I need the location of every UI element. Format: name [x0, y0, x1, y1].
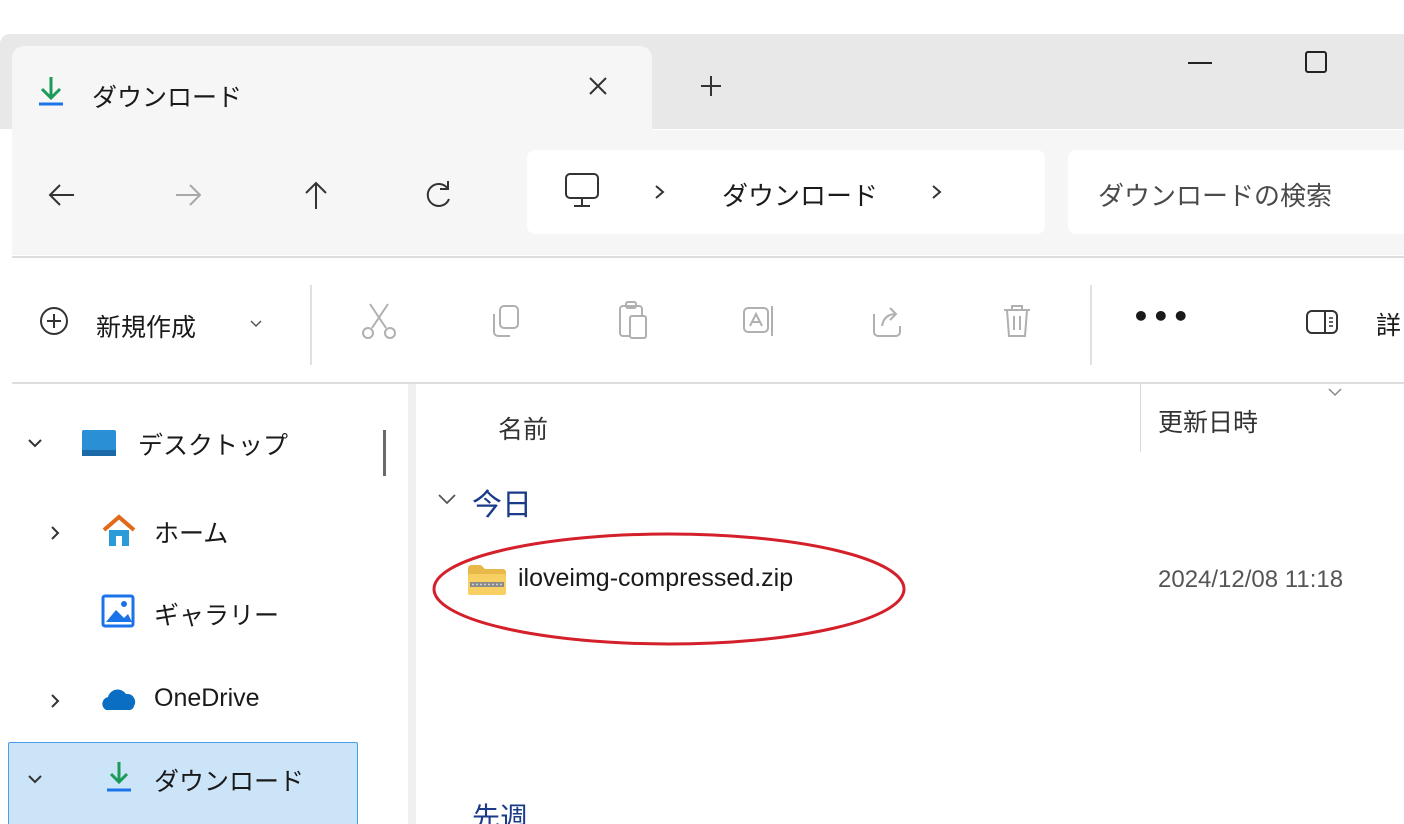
- maximize-icon[interactable]: [1296, 48, 1336, 78]
- desktop-icon: [82, 430, 116, 456]
- file-modified: 2024/12/08 11:18: [1158, 566, 1344, 593]
- toolbar-separator: [310, 285, 312, 365]
- paste-icon[interactable]: [612, 300, 654, 342]
- delete-icon[interactable]: [996, 300, 1038, 342]
- chevron-down-icon[interactable]: [26, 434, 44, 452]
- chevron-right-icon[interactable]: [927, 180, 947, 204]
- search-placeholder[interactable]: ダウンロードの検索: [1098, 176, 1332, 213]
- chevron-down-icon[interactable]: [436, 490, 458, 508]
- highlight-ring: [432, 532, 906, 646]
- group-header-today[interactable]: 今日: [472, 480, 532, 524]
- chevron-right-icon[interactable]: [650, 180, 670, 204]
- sidebar-item-label: OneDrive: [154, 684, 260, 712]
- chevron-right-icon[interactable]: [46, 524, 64, 542]
- close-icon[interactable]: [582, 70, 614, 102]
- group-header-last-week[interactable]: 先週: [472, 796, 528, 824]
- this-pc-icon[interactable]: [560, 170, 604, 212]
- details-button[interactable]: 詳: [1376, 306, 1401, 342]
- share-icon[interactable]: [866, 300, 908, 342]
- refresh-icon[interactable]: [418, 175, 458, 215]
- column-separator[interactable]: [1140, 384, 1141, 452]
- cut-icon[interactable]: [358, 300, 400, 342]
- pane-divider[interactable]: [408, 384, 416, 824]
- column-header-name[interactable]: 名前: [498, 410, 548, 446]
- sidebar-item-label: ホーム: [154, 519, 229, 548]
- chevron-right-icon[interactable]: [46, 692, 64, 710]
- rename-icon[interactable]: [738, 300, 780, 342]
- sidebar-item-label: ダウンロード: [154, 767, 305, 796]
- onedrive-icon: [102, 689, 136, 710]
- chevron-down-icon: [1328, 388, 1342, 397]
- plus-circle-icon[interactable]: [38, 305, 70, 337]
- minimize-icon[interactable]: [1180, 48, 1220, 78]
- gallery-icon: [101, 594, 135, 628]
- sidebar-item-label: ギャラリー: [154, 601, 280, 630]
- details-pane-icon[interactable]: [1305, 308, 1339, 336]
- column-header-modified[interactable]: 更新日時: [1158, 403, 1258, 439]
- tab-title: ダウンロード: [92, 83, 243, 112]
- more-options-button[interactable]: •••: [1132, 300, 1192, 333]
- new-button[interactable]: 新規作成: [96, 308, 196, 344]
- chevron-down-icon[interactable]: [248, 318, 264, 330]
- forward-arrow-icon[interactable]: [168, 175, 208, 215]
- new-tab-icon[interactable]: [695, 70, 727, 102]
- copy-icon[interactable]: [484, 300, 526, 342]
- address-location[interactable]: ダウンロード: [722, 176, 878, 213]
- up-arrow-icon[interactable]: [296, 175, 336, 215]
- chevron-down-icon[interactable]: [26, 770, 44, 788]
- sidebar-scrollbar[interactable]: [383, 430, 386, 476]
- sidebar-item-label: デスクトップ: [138, 431, 289, 460]
- download-icon: [39, 77, 63, 106]
- home-icon: [102, 514, 136, 546]
- download-icon: [107, 762, 131, 792]
- back-arrow-icon[interactable]: [42, 175, 82, 215]
- toolbar-separator: [1090, 285, 1092, 365]
- command-toolbar: [12, 258, 1404, 382]
